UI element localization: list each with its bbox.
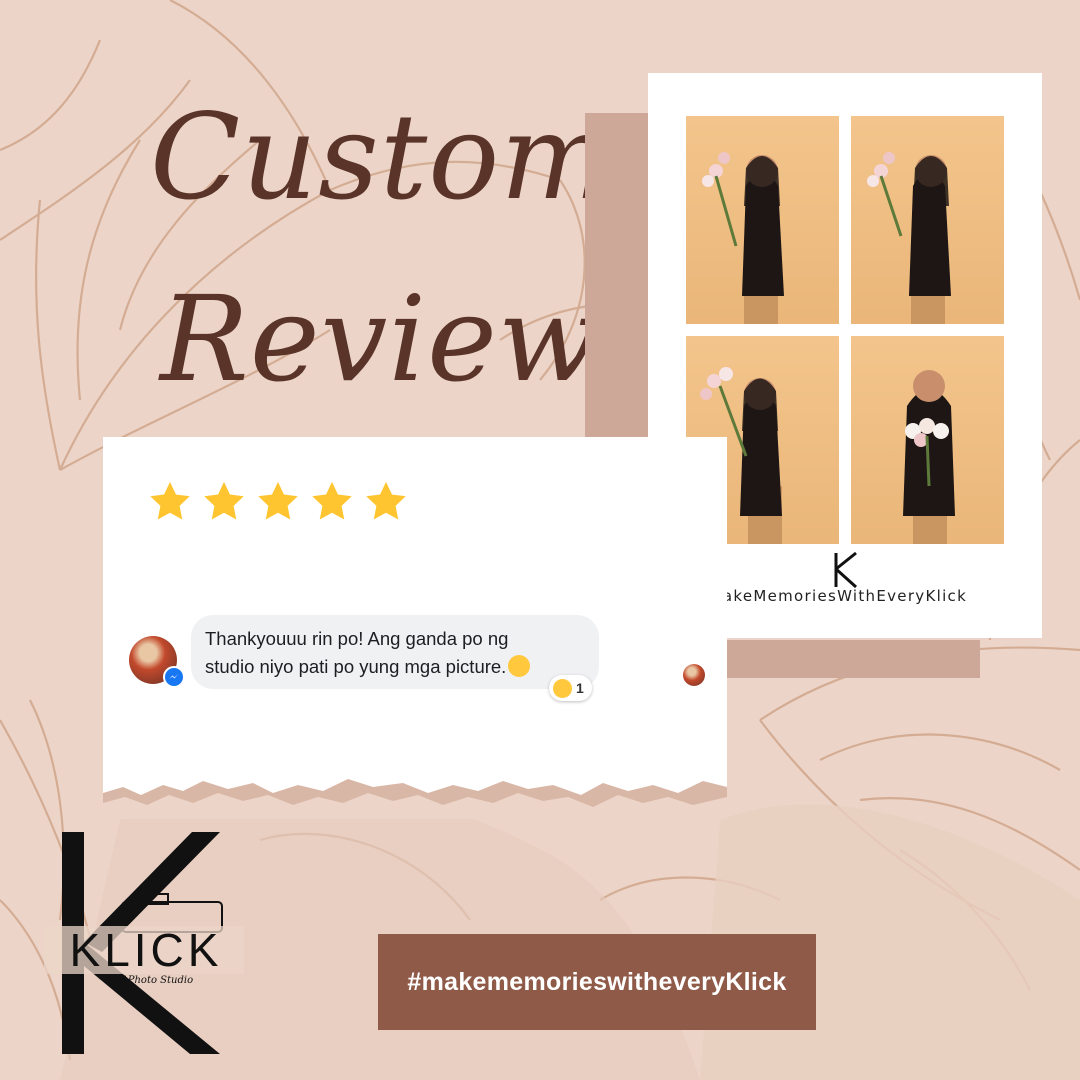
review-card: Thankyouuu rin po! Ang ganda po ng studi… — [103, 437, 727, 819]
smiling-face-with-hearts-icon — [508, 655, 531, 677]
logo-tagline: Self Photo Studio — [105, 975, 193, 986]
reaction-count: 1 — [576, 680, 584, 696]
torn-paper-edge — [103, 779, 727, 819]
title-line-2: Review — [160, 270, 600, 408]
message-line-1: Thankyouuu rin po! Ang ganda po ng — [205, 628, 509, 649]
message-line-2: studio niyo pati po yung mga picture. — [205, 656, 507, 677]
logo-wordmark: KLICK — [70, 924, 223, 976]
messenger-icon — [163, 666, 185, 688]
photo-2 — [851, 116, 1004, 324]
photo-1 — [686, 116, 839, 324]
star-rating — [147, 479, 409, 525]
klick-logo: KLICK Self Photo Studio — [44, 832, 244, 1054]
woman-with-flowers-illustration — [702, 152, 784, 324]
star-icon — [258, 481, 298, 520]
accent-block-lower — [725, 640, 980, 678]
photo-4 — [851, 336, 1004, 544]
star-icon — [312, 481, 352, 520]
message-reaction[interactable]: 1 — [549, 675, 592, 701]
star-icon — [366, 481, 406, 520]
star-icon — [150, 481, 190, 520]
woman-with-flowers-illustration — [903, 370, 955, 544]
hashtag-text: #makememorieswitheveryKlick — [407, 967, 787, 996]
klick-small-logo — [834, 551, 858, 589]
hashtag-banner: #makememorieswitheveryKlick — [378, 934, 816, 1030]
woman-with-flowers-illustration — [867, 152, 951, 324]
seen-indicator-avatar — [683, 664, 705, 686]
message-bubble: Thankyouuu rin po! Ang ganda po ng studi… — [191, 615, 599, 689]
heart-eyes-icon — [553, 678, 572, 698]
star-icon — [204, 481, 244, 520]
